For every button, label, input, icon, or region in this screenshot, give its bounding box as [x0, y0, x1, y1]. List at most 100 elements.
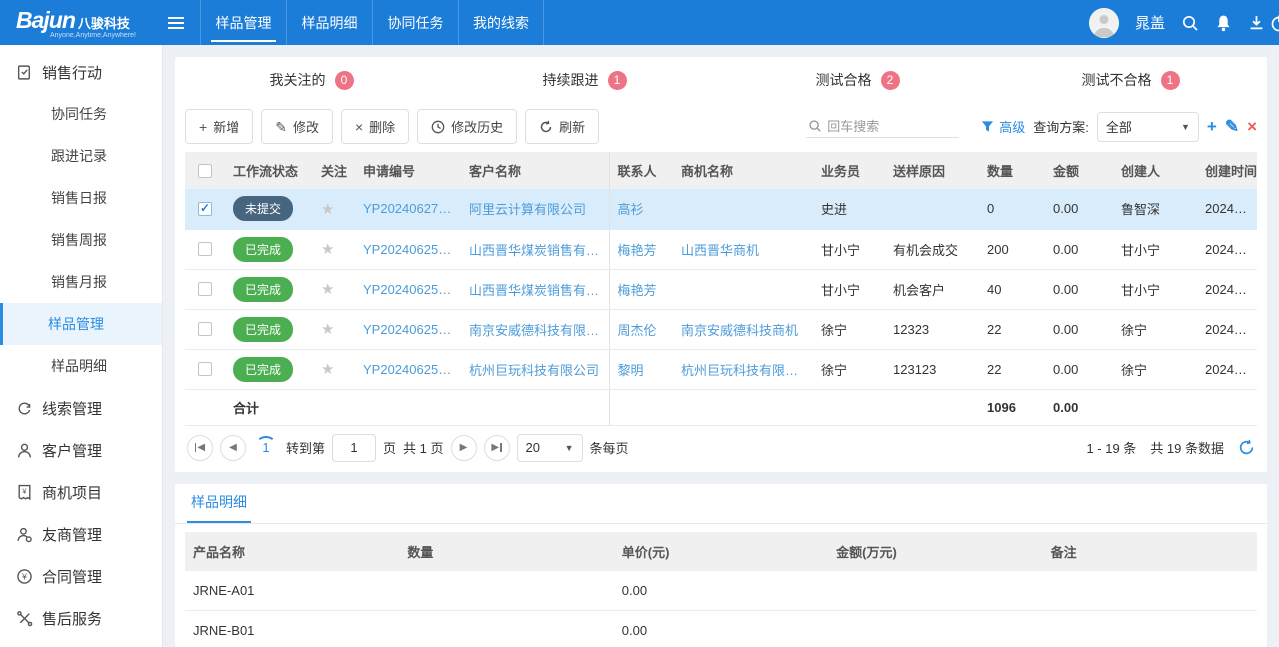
sidebar-item-sample-detail[interactable]: 样品明细: [0, 345, 162, 387]
customer-link[interactable]: 南京安威德科技有限公司: [461, 309, 609, 349]
sidebar-item-sales-daily[interactable]: 销售日报: [0, 177, 162, 219]
star-icon[interactable]: ★: [321, 241, 334, 258]
username-label[interactable]: 晁盖: [1135, 12, 1165, 33]
tab-my-leads[interactable]: 我的线索: [458, 0, 544, 45]
advanced-filter-link[interactable]: 高级: [981, 117, 1025, 136]
tab-collab-task[interactable]: 协同任务: [372, 0, 458, 45]
user-avatar[interactable]: [1089, 8, 1119, 38]
detail-row[interactable]: JRNE-B01 0.00: [185, 611, 1257, 647]
sidebar-section-opportunities[interactable]: ¥ 商机项目: [0, 471, 162, 513]
contact-link[interactable]: 梅艳芳: [609, 229, 673, 269]
apply-no-link[interactable]: YP20240627001: [355, 189, 461, 229]
power-icon[interactable]: [1270, 14, 1279, 37]
current-page[interactable]: 1: [253, 435, 279, 461]
prev-page-button[interactable]: ◀: [220, 435, 246, 461]
first-page-button[interactable]: ◀: [187, 435, 213, 461]
add-query-plan-icon[interactable]: +: [1207, 118, 1217, 135]
customer-link[interactable]: 阿里云计算有限公司: [461, 189, 609, 229]
edit-history-button[interactable]: 修改历史: [417, 109, 517, 144]
col-creator[interactable]: 创建人: [1113, 152, 1197, 189]
star-icon[interactable]: ★: [321, 201, 334, 218]
tab-sample-detail[interactable]: 样品明细: [286, 0, 372, 45]
sidebar-section-customers[interactable]: 客户管理: [0, 429, 162, 471]
col-amount[interactable]: 金额: [1045, 152, 1113, 189]
filter-test-passed[interactable]: 测试合格 2: [721, 70, 994, 90]
sidebar-section-after-sales[interactable]: 售后服务: [0, 597, 162, 639]
sidebar-section-partners[interactable]: 友商管理: [0, 513, 162, 555]
table-row[interactable]: 已完成 ★ YP20240625009 山西晋华煤炭销售有限... 梅艳芳 山西…: [185, 229, 1257, 269]
table-row[interactable]: 已完成 ★ YP20240625007 杭州巨玩科技有限公司 黎明 杭州巨玩科技…: [185, 349, 1257, 389]
customer-link[interactable]: 山西晋华煤炭销售有限...: [461, 229, 609, 269]
edit-query-plan-icon[interactable]: ✎: [1225, 118, 1239, 135]
reload-icon[interactable]: [1238, 439, 1255, 456]
goto-page-input[interactable]: [332, 434, 376, 462]
next-page-button[interactable]: ▶: [451, 435, 477, 461]
col-contact[interactable]: 联系人: [609, 152, 673, 189]
detail-tab-sample-detail[interactable]: 样品明细: [187, 484, 251, 523]
col-created[interactable]: 创建时间: [1197, 152, 1257, 189]
edit-button[interactable]: ✎修改: [261, 109, 333, 144]
sidebar-section-leads[interactable]: 线索管理: [0, 387, 162, 429]
col-customer[interactable]: 客户名称: [461, 152, 609, 189]
delete-button[interactable]: ×删除: [341, 109, 409, 144]
contact-link[interactable]: 梅艳芳: [609, 269, 673, 309]
customer-link[interactable]: 山西晋华煤炭销售有限...: [461, 269, 609, 309]
apply-no-link[interactable]: YP20240625006: [355, 309, 461, 349]
bell-icon[interactable]: [1215, 14, 1232, 32]
refresh-button[interactable]: 刷新: [525, 109, 599, 144]
last-page-button[interactable]: ▶: [484, 435, 510, 461]
apply-no-link[interactable]: YP20240625009: [355, 229, 461, 269]
sidebar-item-sample-management[interactable]: 样品管理: [0, 303, 162, 345]
col-salesman[interactable]: 业务员: [813, 152, 885, 189]
sidebar-section-contracts[interactable]: ¥ 合同管理: [0, 555, 162, 597]
apply-no-link[interactable]: YP20240625007: [355, 349, 461, 389]
add-button[interactable]: +新增: [185, 109, 253, 144]
tab-sample-management[interactable]: 样品管理: [200, 0, 286, 45]
filter-continuous-followup[interactable]: 持续跟进 1: [448, 70, 721, 90]
contact-link[interactable]: 高衫: [609, 189, 673, 229]
star-icon[interactable]: ★: [321, 321, 334, 338]
table-row[interactable]: 未提交 ★ YP20240627001 阿里云计算有限公司 高衫 史进 0 0.…: [185, 189, 1257, 229]
select-all-checkbox[interactable]: [198, 164, 212, 178]
download-icon[interactable]: [1248, 14, 1265, 31]
query-plan-select[interactable]: 全部 ▼: [1097, 112, 1199, 142]
delete-query-plan-icon[interactable]: ×: [1247, 118, 1257, 135]
col-opportunity[interactable]: 商机名称: [673, 152, 813, 189]
sidebar-item-sales-monthly[interactable]: 销售月报: [0, 261, 162, 303]
row-checkbox[interactable]: [198, 322, 212, 336]
apply-no-link[interactable]: YP20240625010: [355, 269, 461, 309]
row-checkbox[interactable]: [198, 202, 212, 216]
opportunity-link[interactable]: 山西晋华商机: [673, 229, 813, 269]
row-checkbox[interactable]: [198, 282, 212, 296]
opportunity-link[interactable]: 南京安威德科技商机: [673, 309, 813, 349]
sidebar-item-sales-weekly[interactable]: 销售周报: [0, 219, 162, 261]
detail-row[interactable]: JRNE-A01 0.00: [185, 571, 1257, 611]
search-icon[interactable]: [1181, 14, 1199, 32]
col-workflow-status[interactable]: 工作流状态: [225, 152, 313, 189]
sidebar-item-collab-task[interactable]: 协同任务: [0, 93, 162, 135]
sidebar-section-kpi[interactable]: 业绩指标: [0, 639, 162, 647]
hamburger-menu-icon[interactable]: [158, 17, 194, 29]
table-row[interactable]: 已完成 ★ YP20240625006 南京安威德科技有限公司 周杰伦 南京安威…: [185, 309, 1257, 349]
col-apply-no[interactable]: 申请编号: [355, 152, 461, 189]
filter-test-failed[interactable]: 测试不合格 1: [994, 70, 1267, 90]
page-size-select[interactable]: 20 ▼: [517, 434, 583, 462]
filter-my-followed[interactable]: 我关注的 0: [175, 70, 448, 90]
opportunity-link[interactable]: [673, 189, 813, 229]
table-row[interactable]: 已完成 ★ YP20240625010 山西晋华煤炭销售有限... 梅艳芳 甘小…: [185, 269, 1257, 309]
sidebar-item-followup-record[interactable]: 跟进记录: [0, 135, 162, 177]
row-checkbox[interactable]: [198, 362, 212, 376]
opportunity-link[interactable]: [673, 269, 813, 309]
opportunity-link[interactable]: 杭州巨玩科技有限公司...: [673, 349, 813, 389]
customer-link[interactable]: 杭州巨玩科技有限公司: [461, 349, 609, 389]
star-icon[interactable]: ★: [321, 361, 334, 378]
row-checkbox[interactable]: [198, 242, 212, 256]
col-reason[interactable]: 送样原因: [885, 152, 979, 189]
star-icon[interactable]: ★: [321, 281, 334, 298]
col-qty[interactable]: 数量: [979, 152, 1045, 189]
search-input[interactable]: [827, 119, 957, 134]
sidebar-group-sales-action[interactable]: 销售行动: [0, 51, 162, 93]
contact-link[interactable]: 周杰伦: [609, 309, 673, 349]
contact-link[interactable]: 黎明: [609, 349, 673, 389]
col-follow[interactable]: 关注: [313, 152, 355, 189]
